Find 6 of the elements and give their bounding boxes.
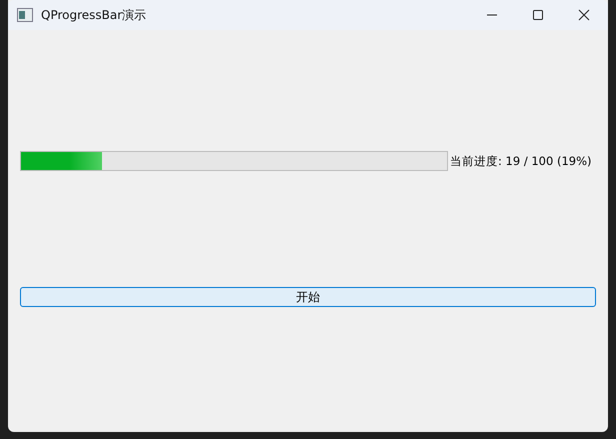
close-icon[interactable]: [578, 9, 590, 21]
progress-label: 当前进度: 19 / 100 (19%): [450, 154, 592, 168]
start-button[interactable]: 开始: [20, 287, 596, 307]
window-icon: [17, 8, 33, 22]
maximize-icon[interactable]: [532, 9, 544, 21]
window-title: QProgressBar演示: [41, 6, 146, 24]
